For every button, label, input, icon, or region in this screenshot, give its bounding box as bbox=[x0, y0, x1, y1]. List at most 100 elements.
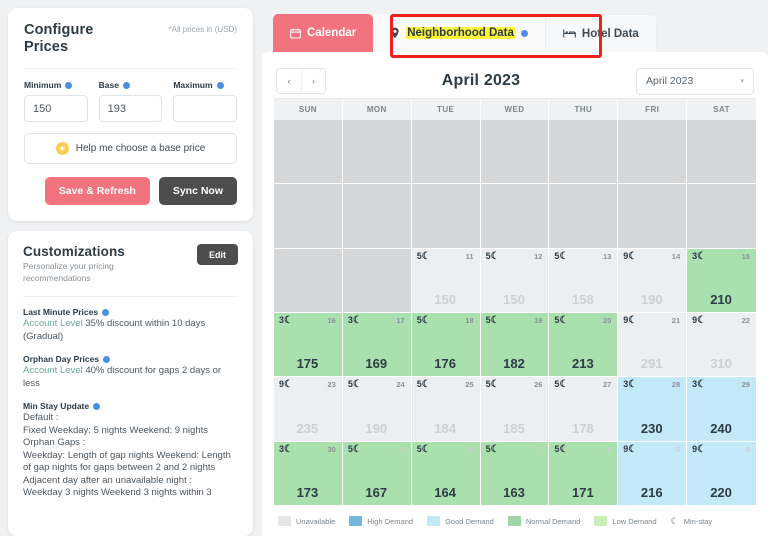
day-number: 16 bbox=[327, 315, 336, 325]
info-icon[interactable] bbox=[103, 355, 111, 363]
cell-top-row: 5 ☾ 4 bbox=[554, 443, 611, 455]
calendar-day-cell[interactable]: 9 ☾ 23 235 bbox=[274, 377, 343, 442]
day-price: 150 bbox=[503, 291, 525, 307]
moon-icon: ☾ bbox=[628, 443, 638, 455]
calendar-day-cell[interactable]: 5 ☾ 2 164 bbox=[411, 441, 481, 506]
currency-note: *All prices in (USD) bbox=[168, 25, 237, 34]
calendar-day-cell[interactable]: 9 ☾ 14 190 bbox=[618, 248, 688, 313]
moon-icon: ☾ bbox=[697, 443, 707, 455]
calendar-empty-cell bbox=[618, 184, 688, 249]
maximum-label-text: Maximum bbox=[173, 80, 213, 91]
calendar-day-cell[interactable]: 5 ☾ 18 176 bbox=[411, 312, 481, 378]
calendar-day-cell[interactable]: 5 ☾ 19 182 bbox=[480, 312, 550, 378]
day-of-week-thu: THU bbox=[549, 99, 619, 120]
min-stay-indicator: 3 ☾ bbox=[623, 380, 637, 390]
calendar-day-cell[interactable]: 5 ☾ 12 150 bbox=[480, 248, 550, 313]
info-icon[interactable] bbox=[93, 402, 101, 410]
location-pin-icon bbox=[391, 27, 399, 39]
help-choose-base-price-button[interactable]: ★ Help me choose a base price bbox=[24, 133, 237, 165]
day-price: 173 bbox=[296, 484, 319, 500]
calendar-empty-cell bbox=[274, 248, 343, 313]
calendar-day-cell[interactable]: 5 ☾ 13 158 bbox=[549, 248, 619, 313]
calendar-day-cell[interactable]: 5 ☾ 25 184 bbox=[411, 377, 481, 442]
min-stay-indicator: 5 ☾ bbox=[554, 251, 568, 262]
next-month-button[interactable]: › bbox=[301, 69, 325, 93]
legend-swatch bbox=[594, 516, 608, 526]
day-number: 11 bbox=[465, 251, 474, 261]
calendar-day-cell[interactable]: 9 ☾ 22 310 bbox=[687, 312, 756, 378]
min-stay-indicator: 5 ☾ bbox=[417, 444, 431, 455]
info-icon[interactable] bbox=[216, 81, 224, 89]
calendar-day-cell[interactable]: 3 ☾ 30 173 bbox=[274, 441, 343, 506]
calendar-day-cell[interactable]: 5 ☾ 20 213 bbox=[549, 312, 619, 378]
day-number: 15 bbox=[741, 251, 750, 261]
day-price: 163 bbox=[503, 484, 525, 500]
calendar-day-cell[interactable]: 5 ☾ 1 167 bbox=[342, 441, 412, 506]
min-stay-indicator: 9 ☾ bbox=[692, 443, 707, 455]
cell-top-row: 3 ☾ 16 bbox=[279, 314, 336, 326]
day-number: 18 bbox=[465, 315, 474, 325]
day-number: 5 bbox=[675, 444, 681, 454]
cell-top-row: 5 ☾ 1 bbox=[348, 444, 405, 455]
day-of-week-fri: FRI bbox=[618, 99, 688, 120]
calendar-day-cell[interactable]: 3 ☾ 29 240 bbox=[687, 377, 756, 442]
info-icon[interactable] bbox=[102, 308, 110, 316]
min-stay-indicator: 5 ☾ bbox=[486, 251, 500, 262]
base-price-input[interactable] bbox=[98, 95, 163, 123]
moon-icon: ☾ bbox=[284, 314, 293, 326]
min-stay-indicator: 5 ☾ bbox=[417, 314, 431, 326]
calendar-week-row bbox=[274, 184, 756, 249]
calendar-day-cell[interactable]: 9 ☾ 5 216 bbox=[618, 441, 688, 506]
configure-prices-card: Configure Prices *All prices in (USD) Mi… bbox=[8, 8, 253, 222]
calendar-day-cell[interactable]: 5 ☾ 11 150 bbox=[411, 248, 481, 313]
day-number: 25 bbox=[465, 380, 474, 390]
info-icon[interactable] bbox=[123, 81, 130, 89]
day-price: 150 bbox=[434, 291, 456, 307]
day-price: 167 bbox=[365, 484, 388, 500]
moon-icon: ☾ bbox=[559, 443, 569, 455]
cell-top-row: 5 ☾ 13 bbox=[554, 251, 611, 262]
calendar-day-cell[interactable]: 5 ☾ 27 178 bbox=[549, 377, 619, 442]
calendar-day-cell[interactable]: 5 ☾ 3 163 bbox=[480, 441, 550, 506]
tab-neighborhood-data[interactable]: Neighborhood Data bbox=[373, 14, 545, 52]
day-price: 213 bbox=[572, 356, 594, 372]
day-of-week-sat: SAT bbox=[713, 105, 730, 114]
calendar-day-cell[interactable]: 9 ☾ 6 220 bbox=[687, 441, 756, 506]
cell-top-row: 5 ☾ 20 bbox=[554, 315, 611, 326]
save-refresh-button[interactable]: Save & Refresh bbox=[44, 177, 150, 206]
legend-item: ☾ Min-stay bbox=[671, 516, 712, 527]
calendar-day-cell[interactable]: 5 ☾ 26 185 bbox=[480, 377, 550, 442]
min-stay-indicator: 3 ☾ bbox=[692, 251, 706, 262]
calendar-empty-cell bbox=[549, 184, 619, 249]
moon-icon: ☾ bbox=[628, 314, 638, 326]
day-number: 12 bbox=[534, 251, 543, 261]
moon-icon: ☾ bbox=[421, 314, 431, 326]
calendar-day-cell[interactable]: 3 ☾ 15 210 bbox=[687, 248, 756, 313]
calendar-empty-cell bbox=[342, 248, 412, 313]
calendar-day-cell[interactable]: 9 ☾ 21 291 bbox=[618, 312, 688, 378]
calendar-day-cell[interactable]: 3 ☾ 17 169 bbox=[342, 312, 412, 378]
day-number: 29 bbox=[741, 380, 750, 390]
calendar-week-row: 9 ☾ 23 235 5 ☾ 24 190 5 ☾ 25 184 5 ☾ 26 185 5 ☾ 27 178 3 ☾ 28 2… bbox=[274, 377, 756, 442]
tab-calendar[interactable]: Calendar bbox=[273, 14, 374, 52]
prev-month-button[interactable]: ‹ bbox=[277, 69, 301, 93]
edit-customizations-button[interactable]: Edit bbox=[197, 244, 238, 266]
calendar-day-cell[interactable]: 5 ☾ 24 190 bbox=[342, 377, 412, 442]
calendar-day-cell[interactable]: 5 ☾ 4 171 bbox=[549, 441, 619, 506]
sync-now-button[interactable]: Sync Now bbox=[158, 177, 237, 206]
info-icon[interactable] bbox=[65, 81, 73, 89]
cell-top-row: 9 ☾ 22 bbox=[692, 315, 750, 326]
legend-item: Unavailable bbox=[278, 516, 335, 526]
minimum-price-input[interactable] bbox=[24, 95, 88, 123]
tab-hotel-data[interactable]: Hotel Data bbox=[544, 14, 657, 52]
calendar-empty-cell bbox=[274, 120, 343, 185]
moon-icon: ☾ bbox=[421, 379, 431, 391]
calendar-day-cell[interactable]: 3 ☾ 28 230 bbox=[618, 377, 688, 442]
min-stay-indicator: 5 ☾ bbox=[348, 444, 362, 455]
legend-label: Good Demand bbox=[445, 516, 494, 526]
calendar-day-cell[interactable]: 3 ☾ 16 175 bbox=[274, 312, 343, 378]
calendar-empty-cell bbox=[411, 184, 481, 249]
maximum-price-input[interactable] bbox=[173, 95, 238, 123]
month-select[interactable]: April 2023 ▾ bbox=[636, 67, 754, 95]
calendar-week-row: 3 ☾ 30 173 5 ☾ 1 167 5 ☾ 2 164 5 ☾ 3 163 5 ☾ 4 171 9 ☾ 5 216 9 ☾ 6… bbox=[274, 441, 756, 506]
